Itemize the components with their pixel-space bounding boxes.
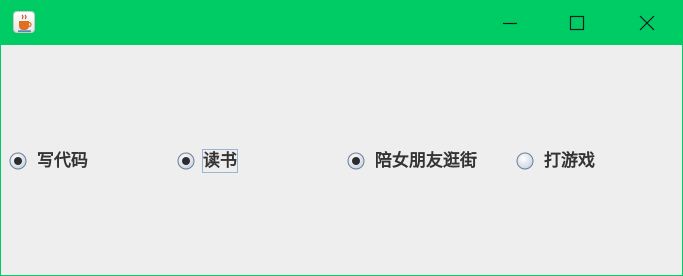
radio-checked-icon[interactable] — [177, 152, 195, 170]
radio-checked-icon[interactable] — [9, 152, 27, 170]
radio-label[interactable]: 读书 — [202, 149, 238, 173]
radio-checked-icon[interactable] — [347, 152, 365, 170]
close-icon — [639, 15, 655, 31]
maximize-button[interactable] — [554, 1, 600, 45]
minimize-icon — [503, 22, 517, 25]
content-panel: 写代码 读书 陪女朋友逛街 打游戏 — [1, 45, 682, 275]
java-coffee-cup-icon[interactable] — [13, 11, 35, 33]
close-button[interactable] — [623, 1, 669, 45]
radio-label[interactable]: 打游戏 — [544, 150, 595, 172]
title-bar[interactable] — [1, 1, 682, 45]
radio-unchecked-icon[interactable] — [516, 152, 534, 170]
radio-label[interactable]: 陪女朋友逛街 — [375, 150, 477, 172]
maximize-icon — [569, 15, 585, 31]
minimize-button[interactable] — [487, 1, 533, 45]
app-window: 写代码 读书 陪女朋友逛街 打游戏 — [0, 0, 683, 276]
radio-label[interactable]: 写代码 — [37, 150, 88, 172]
